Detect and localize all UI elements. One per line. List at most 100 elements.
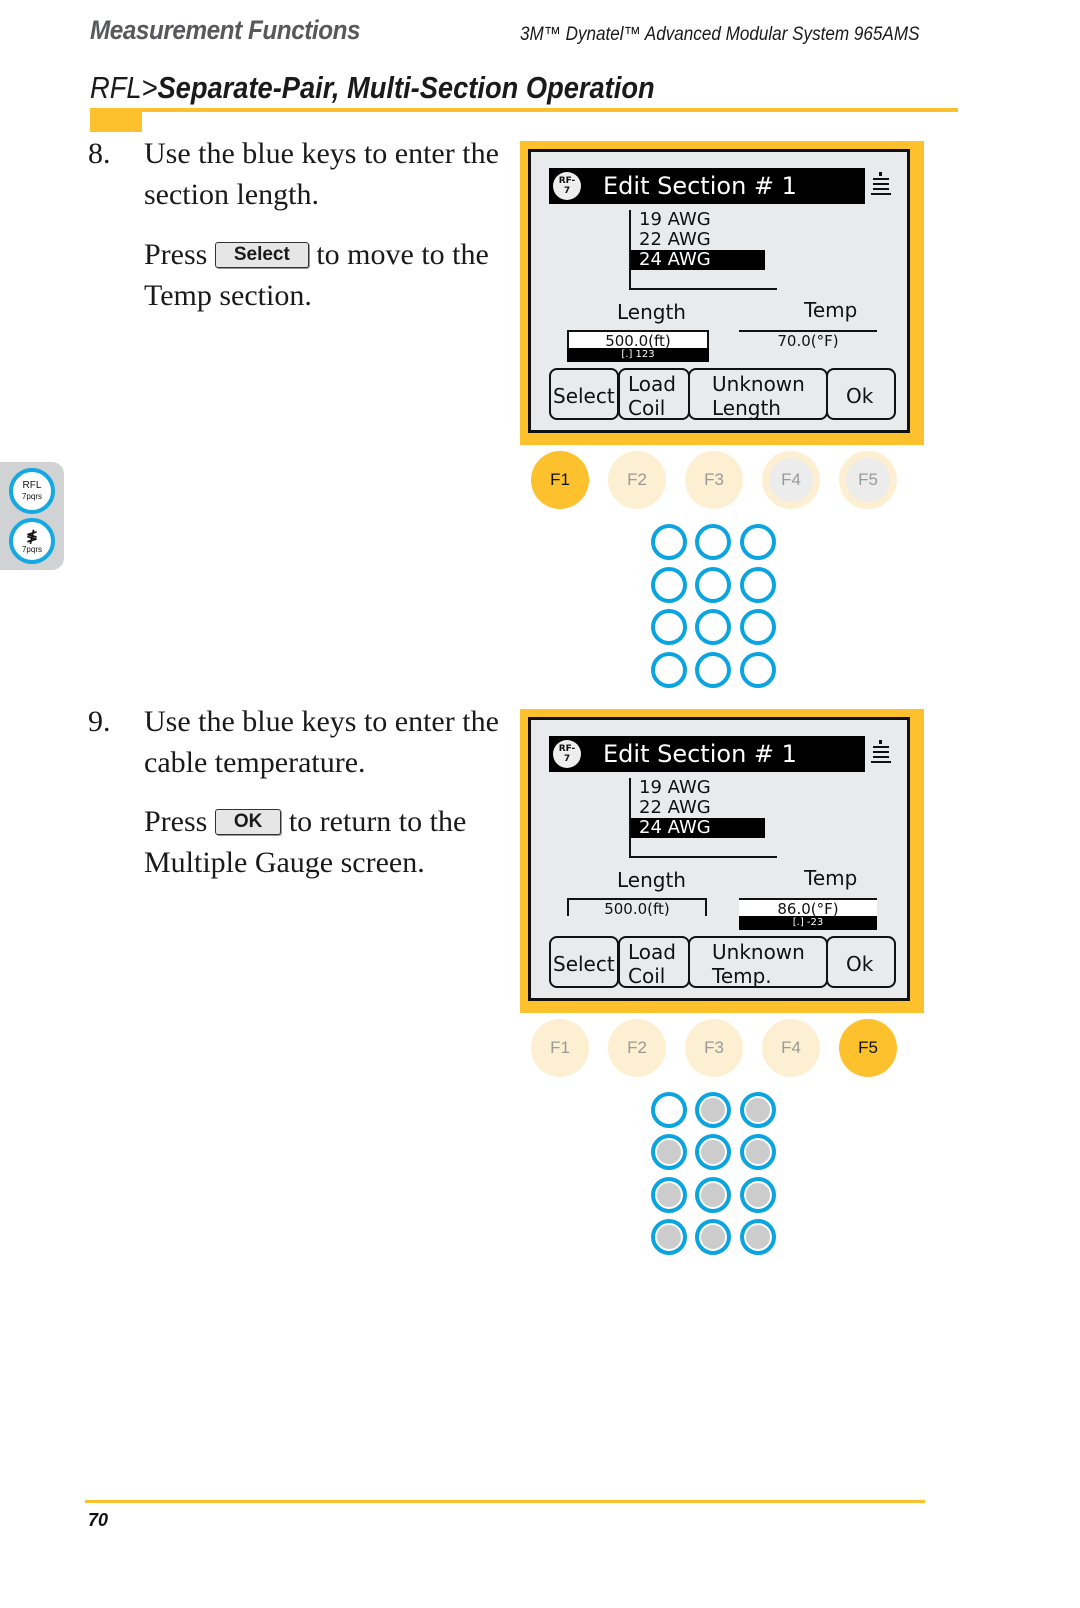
softkey-label: Coil [628, 964, 666, 988]
f2-key[interactable]: F2 [608, 451, 666, 509]
keypad-key[interactable] [695, 652, 731, 688]
softkey-label: Select [553, 952, 615, 976]
select-keycap: Select [214, 242, 309, 268]
softkey-unknown-length[interactable]: Unknown Length [688, 368, 828, 420]
keypad-key[interactable] [651, 567, 687, 603]
screen-title: Edit Section # 1 [603, 740, 797, 768]
f3-key[interactable]: F3 [685, 451, 743, 509]
keypad-key[interactable] [651, 652, 687, 688]
heading-title: Separate-Pair, Multi-Section Operation [157, 70, 655, 105]
softkey-ok[interactable]: Ok [826, 936, 896, 988]
f1-key[interactable]: F1 [531, 451, 589, 509]
step-number: 8. [88, 137, 111, 170]
battery-stack-icon [869, 738, 893, 768]
softkey-label: Unknown [712, 372, 805, 396]
keypad-key[interactable] [695, 609, 731, 645]
step-text: Use the blue keys to enter the section l… [144, 137, 499, 211]
f4-key[interactable]: F4 [762, 451, 820, 509]
keypad-key[interactable] [651, 609, 687, 645]
gauge-list[interactable]: 19 AWG 22 AWG 24 AWG [629, 210, 777, 290]
softkey-label: Unknown [712, 940, 805, 964]
keypad-key[interactable] [651, 524, 687, 560]
page-number: 70 [88, 1510, 109, 1530]
screen-titlebar: RF- 7 Edit Section # 1 [549, 736, 865, 772]
lcd-display: RF- 7 Edit Section # 1 19 AWG 22 AWG 24 A… [528, 149, 910, 433]
f4-key[interactable]: F4 [762, 1019, 820, 1077]
softkey-label: Temp. [712, 964, 772, 988]
ok-keycap: OK [214, 809, 282, 835]
keypad-key-dimmed[interactable] [740, 1134, 776, 1170]
softkey-label: Length [712, 396, 781, 420]
f5-key[interactable]: F5 [839, 1019, 897, 1077]
softkey-unknown-temp[interactable]: Unknown Temp. [688, 936, 828, 988]
length-input[interactable]: 500.0(ft) [567, 330, 709, 350]
keypad-key-dimmed[interactable] [740, 1177, 776, 1213]
keypad-key[interactable] [695, 524, 731, 560]
softkey-select[interactable]: Select [549, 936, 619, 988]
device-screen-1: RF- 7 Edit Section # 1 19 AWG 22 AWG 24 A… [520, 141, 924, 445]
step-number: 9. [88, 705, 111, 738]
screen-titlebar: RF- 7 Edit Section # 1 [549, 168, 865, 204]
keypad-key-dimmed[interactable] [651, 1134, 687, 1170]
step-text: Use the blue keys to enter the cable tem… [144, 705, 499, 779]
keypad-key-dimmed[interactable] [695, 1177, 731, 1213]
screen-title: Edit Section # 1 [603, 172, 797, 200]
footer-rule [85, 1500, 925, 1503]
keypad-key[interactable] [651, 1092, 687, 1128]
keypad-key[interactable] [695, 567, 731, 603]
gauge-option[interactable]: 22 AWG [631, 230, 777, 250]
lcd-display: RF- 7 Edit Section # 1 19 AWG 22 AWG 24 A… [528, 717, 910, 1001]
softkey-label: Select [553, 384, 615, 408]
gauge-option[interactable]: 19 AWG [631, 210, 777, 230]
temp-label: Temp [804, 298, 858, 322]
f5-key[interactable]: F5 [839, 451, 897, 509]
keypad-key[interactable] [740, 524, 776, 560]
product-name: 3M™ Dynatel™ Advanced Modular System 965… [520, 24, 920, 45]
heading-rule [90, 108, 958, 112]
temp-label: Temp [804, 866, 858, 890]
device-screen-2: RF- 7 Edit Section # 1 19 AWG 22 AWG 24 A… [520, 709, 924, 1013]
gauge-option-selected[interactable]: 24 AWG [631, 818, 765, 838]
rfl-key-sublabel: 7pqrs [21, 492, 42, 501]
length-label: Length [617, 868, 686, 892]
length-input-hint: [.] 123 [567, 348, 709, 362]
gauge-option-selected[interactable]: 24 AWG [631, 250, 765, 270]
f2-key[interactable]: F2 [608, 1019, 666, 1077]
rfl-key-icon: RFL 7pqrs [9, 468, 55, 514]
length-input[interactable]: 500.0(ft) [567, 898, 707, 918]
softkey-select[interactable]: Select [549, 368, 619, 420]
press-label: Press [144, 805, 208, 838]
keypad-key-dimmed[interactable] [695, 1092, 731, 1128]
gauge-option[interactable]: 22 AWG [631, 798, 777, 818]
rfl-key-label: RFL [22, 480, 42, 491]
keypad-key-dimmed[interactable] [651, 1219, 687, 1255]
step-press-text: Press OK to return to the Multiple Gauge… [144, 801, 514, 883]
gauge-list[interactable]: 19 AWG 22 AWG 24 AWG [629, 778, 777, 858]
temp-input[interactable]: 86.0(°F) [739, 898, 877, 918]
battery-stack-icon [869, 170, 893, 200]
press-label: Press [144, 238, 208, 271]
softkey-load-coil[interactable]: Load Coil [618, 936, 690, 988]
keypad-key-dimmed[interactable] [740, 1092, 776, 1128]
step-9: 9. Use the blue keys to enter the cable … [88, 701, 508, 881]
keypad-key-dimmed[interactable] [651, 1177, 687, 1213]
f3-key[interactable]: F3 [685, 1019, 743, 1077]
softkey-ok[interactable]: Ok [826, 368, 896, 420]
softkey-label: Load [628, 940, 676, 964]
heading-tab-marker [90, 112, 142, 132]
fault-key-icon: ≸ 7pqrs [9, 518, 55, 564]
gauge-option[interactable]: 19 AWG [631, 778, 777, 798]
keypad-key[interactable] [740, 652, 776, 688]
step-press-text: Press Select to move to the Temp section… [144, 234, 504, 316]
f1-key[interactable]: F1 [531, 1019, 589, 1077]
keypad-key[interactable] [740, 567, 776, 603]
temp-input[interactable]: 70.0(°F) [739, 330, 877, 350]
side-tab: RFL 7pqrs ≸ 7pqrs [0, 462, 64, 570]
keypad-key-dimmed[interactable] [695, 1219, 731, 1255]
keypad-key-dimmed[interactable] [695, 1134, 731, 1170]
temp-input-hint: [.] -23 [739, 916, 877, 930]
keypad-key[interactable] [740, 609, 776, 645]
softkey-load-coil[interactable]: Load Coil [618, 368, 690, 420]
keypad-key-dimmed[interactable] [740, 1219, 776, 1255]
fault-key-sublabel: 7pqrs [21, 545, 42, 554]
